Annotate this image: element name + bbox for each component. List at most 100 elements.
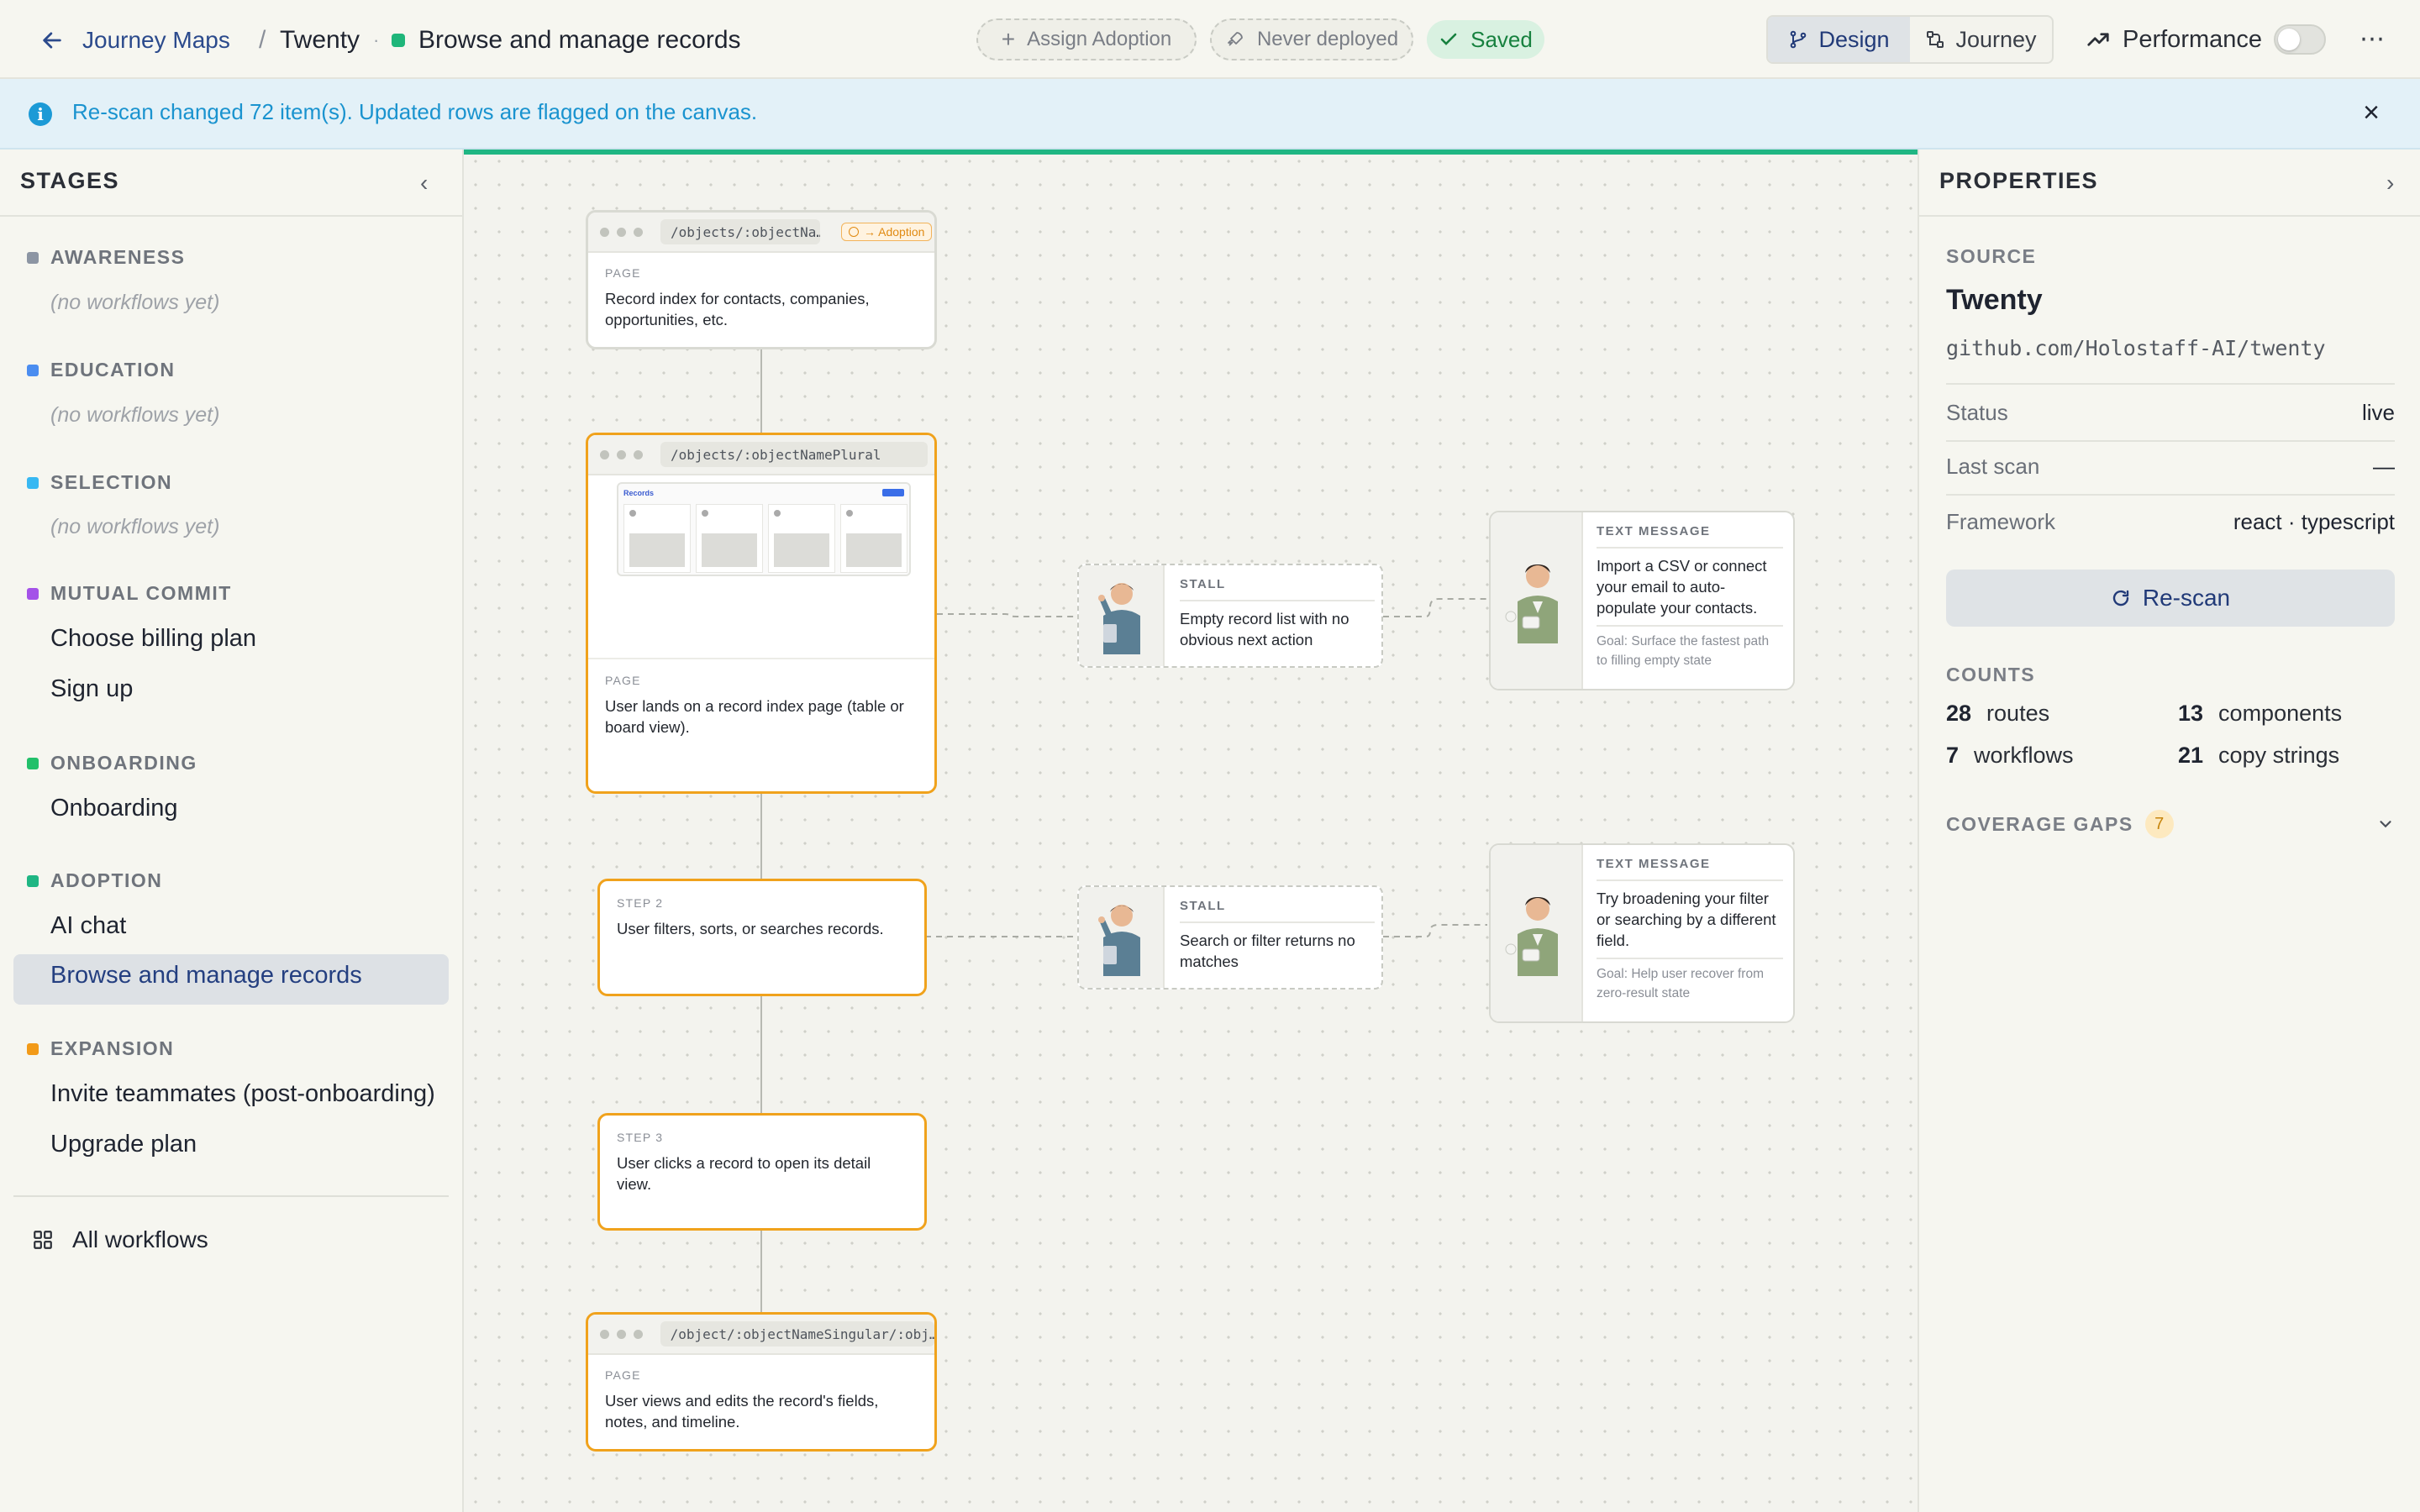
breadcrumb-project[interactable]: Twenty [280,24,360,57]
page-card[interactable]: /object/:objectNameSingular/:obj… PAGE U… [586,1312,937,1452]
divider [1946,494,2395,496]
all-workflows-link[interactable]: All workflows [32,1226,208,1253]
message-connector [1383,924,1487,937]
source-repo: github.com/Holostaff-AI/twenty [1946,336,2326,360]
sidebar-item-browse-and-manage-records[interactable]: Browse and manage records [50,962,362,990]
card-text: User views and edits the record's fields… [605,1392,879,1431]
stage-color-swatch [27,251,39,264]
grid-icon [34,1231,52,1249]
count-routes: 28 routes [1946,701,2049,727]
banner-message: Re-scan changed 72 item(s). Updated rows… [72,99,758,124]
divider [588,658,934,659]
card-kicker: PAGE [605,266,641,280]
divider [1946,440,2395,442]
stall-text: Search or filter returns no matches [1180,932,1355,970]
person-icon [1505,897,1558,976]
route-url: /objects/:objectNa… [660,219,820,244]
card-text: User lands on a record index page (table… [605,697,904,736]
rescan-label: Re-scan [2142,585,2231,611]
stall-card[interactable]: STALL Search or filter returns no matche… [1077,885,1383,990]
collapse-right-icon[interactable]: › [2386,170,2394,197]
text-message-card[interactable]: TEXT MESSAGE Try broadening your filter … [1489,843,1795,1023]
collapse-left-icon[interactable]: ‹ [420,170,428,197]
preview-column [696,504,763,573]
back-link[interactable]: Journey Maps [40,24,230,57]
route-url: /object/:objectNameSingular/:obj… [660,1321,934,1347]
window-dot [600,449,609,459]
deploy-status-label: Never deployed [1256,28,1399,50]
tab-journey[interactable]: Journey [1910,17,2052,62]
properties-title: PROPERTIES [1939,168,2099,193]
info-icon: i [29,102,52,126]
performance-control: Performance [2086,22,2327,57]
count-label: routes [1986,701,2050,726]
sidebar-item-ai-chat[interactable]: AI chat [50,912,126,940]
step-card[interactable]: STEP 3 User clicks a record to open its … [597,1113,927,1231]
stall-kicker: STALL [1180,899,1226,913]
page-title: Browse and manage records [418,26,741,54]
breadcrumb-dot: · [373,29,380,50]
divider [1597,547,1783,549]
info-banner: i Re-scan changed 72 item(s). Updated ro… [0,79,2420,150]
stage-color-swatch [27,587,39,600]
status-dot-square [392,34,405,47]
page-card[interactable]: /objects/:objectNa… → Adoption PAGE Reco… [586,210,937,349]
stage-mutual-commit: MUTUAL COMMIT [27,582,232,605]
saved-label: Saved [1470,26,1533,52]
card-kicker: STEP 2 [617,896,664,910]
divider [1180,921,1375,923]
divider [13,1195,449,1197]
preview-column [768,504,835,573]
sidebar-item-choose-billing-plan[interactable]: Choose billing plan [50,625,256,653]
deploy-status-button[interactable]: Never deployed [1210,18,1413,60]
stage-education: EDUCATION [27,359,176,381]
coverage-gaps-header: COVERAGE GAPS 7 [1946,810,2174,838]
count-copy-strings: 21 copy strings [2178,743,2339,769]
stage-color-swatch [27,364,39,376]
chevron-down-icon [2380,821,2391,828]
browser-bar: /object/:objectNameSingular/:obj… [588,1315,934,1355]
helper-illustration [1491,512,1583,689]
view-mode-toggle: Design Journey [1766,15,2054,64]
sidebar-item-onboarding[interactable]: Onboarding [50,795,178,822]
stage-label: ONBOARDING [50,752,197,774]
count-value: 28 [1946,701,1972,726]
stage-onboarding: ONBOARDING [27,752,197,774]
count-value: 13 [2178,701,2204,726]
stall-card[interactable]: STALL Empty record list with no obvious … [1077,564,1383,668]
count-label: copy strings [2218,743,2340,768]
more-menu-icon[interactable]: ⋯ [2358,24,2388,54]
trend-up-icon [2087,33,2109,46]
rescan-button[interactable]: Re-scan [1946,570,2395,627]
window-dot [634,227,643,237]
page-card[interactable]: /objects/:objectNamePlural Records PAGE … [586,433,937,794]
message-kicker: TEXT MESSAGE [1597,857,1711,871]
card-text: User clicks a record to open its detail … [617,1154,871,1193]
journey-canvas[interactable]: /objects/:objectNa… → Adoption PAGE Reco… [464,150,1918,1512]
card-kicker: PAGE [605,674,641,687]
property-row-framework: Framework react · typescript [1946,509,2395,535]
step-card[interactable]: STEP 2 User filters, sorts, or searches … [597,879,927,996]
person-icon [1098,905,1140,976]
sidebar-item-sign-up[interactable]: Sign up [50,675,133,703]
window-dot [600,1329,609,1339]
branch-icon [1791,30,1807,49]
card-kicker: STEP 3 [617,1131,664,1144]
count-value: 21 [2178,743,2204,768]
empty-workflows-label: (no workflows yet) [50,515,220,538]
divider [1946,383,2395,385]
assign-adoption-label: Assign Adoption [1027,28,1172,50]
sidebar-item-invite-teammates[interactable]: Invite teammates (post-onboarding) [50,1080,435,1108]
assign-adoption-button[interactable]: + Assign Adoption [976,18,1197,60]
text-message-card[interactable]: TEXT MESSAGE Import a CSV or connect you… [1489,511,1795,690]
coverage-gaps-count: 7 [2144,810,2174,838]
sidebar-item-upgrade-plan[interactable]: Upgrade plan [50,1131,197,1158]
close-icon[interactable]: × [2356,97,2386,129]
property-row-last-scan: Last scan — [1946,454,2395,480]
performance-toggle[interactable] [2274,24,2327,55]
coverage-gaps-toggle[interactable]: COVERAGE GAPS 7 [1946,810,2395,838]
tab-design[interactable]: Design [1768,17,1910,62]
browser-bar: /objects/:objectNamePlural [588,435,934,475]
empty-workflows-label: (no workflows yet) [50,403,220,427]
breadcrumb-separator: / [259,26,266,54]
